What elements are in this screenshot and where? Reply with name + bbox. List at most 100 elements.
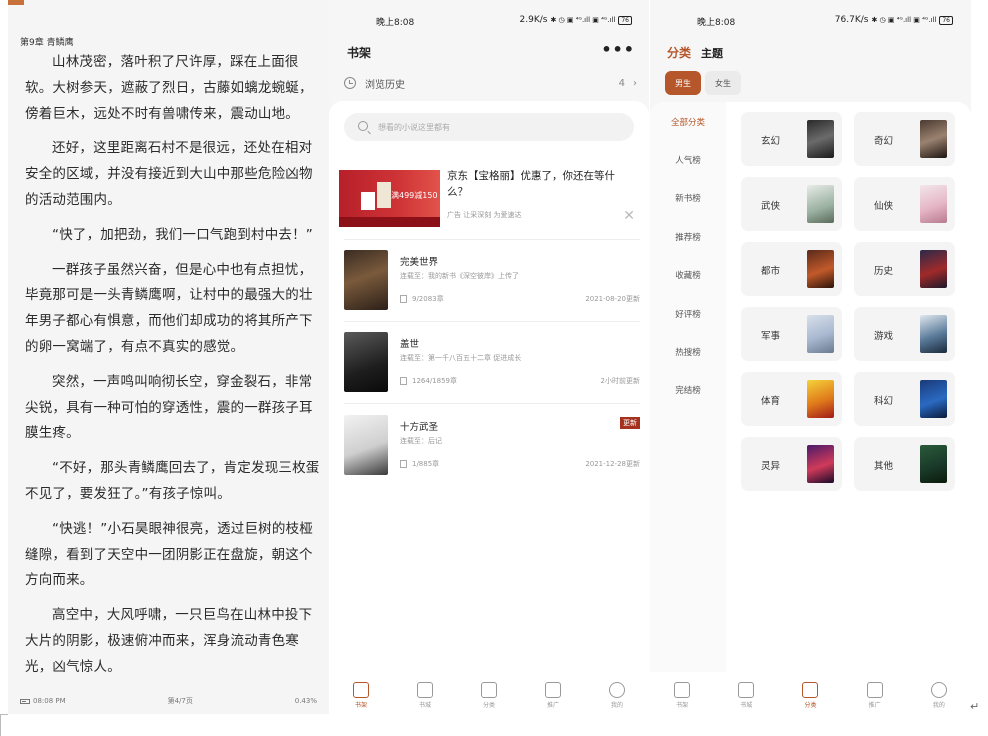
paragraph: “快逃！”小石昊眼神很亮，透过巨树的枝桠缝隙，看到了天空中一团阴影正在盘旋，朝这… bbox=[25, 520, 313, 589]
sidebar-item-popular[interactable]: 人气榜 bbox=[650, 154, 726, 166]
tab-category[interactable]: 分类 bbox=[469, 682, 509, 709]
tab-label: 分类 bbox=[482, 702, 495, 709]
product-box bbox=[361, 192, 375, 210]
paragraph: 高空中，大风呼啸，一只巨鸟在山林中投下大片的阴影，极速俯冲而来，浑身流动青色寒光… bbox=[25, 607, 313, 675]
book-icon bbox=[400, 377, 407, 385]
genre-tile[interactable]: 体育 bbox=[741, 372, 842, 426]
page-indicator: 第4/7页 bbox=[167, 697, 193, 705]
genre-tile[interactable]: 都市 bbox=[741, 242, 842, 296]
paragraph: “不好，那头青鳞鹰回去了，肯定发现三枚蛋不见了，要发狂了。”有孩子惊叫。 bbox=[25, 460, 320, 502]
read-percent: 0.43% bbox=[294, 697, 317, 705]
tab-mine[interactable]: 我的 bbox=[919, 682, 959, 709]
list-item[interactable]: 完美世界 连载至：我的新书《深空彼岸》上传了 9/2083章 2021-08-2… bbox=[344, 250, 640, 322]
genre-tile[interactable]: 历史 bbox=[854, 242, 955, 296]
tab-label: 推广 bbox=[546, 702, 559, 709]
book-update: 连载至：我的新书《深空彼岸》上传了 bbox=[400, 272, 519, 280]
genre-label: 灵异 bbox=[761, 461, 781, 472]
divider bbox=[344, 321, 640, 322]
network-speed: 76.7K/s bbox=[834, 15, 869, 25]
reader-time: 08:08 PM bbox=[33, 697, 66, 705]
genre-label: 仙侠 bbox=[874, 201, 894, 212]
tab-mine[interactable]: 我的 bbox=[597, 682, 637, 709]
sidebar-item-all[interactable]: 全部分类 bbox=[650, 116, 726, 128]
chapter-title: 第9章 青鳞鹰 bbox=[20, 38, 74, 48]
reader-panel[interactable]: 第9章 青鳞鹰 山林茂密，落叶积了尺许厚，踩在上面很软。大树参天，遮蔽了烈日，古… bbox=[8, 0, 329, 714]
paragraph: 山林茂密，落叶积了尺许厚，踩在上面很软。大树参天，遮蔽了烈日，古藤如螭龙蜿蜒，傍… bbox=[25, 54, 313, 122]
progress-text: 1264/1859章 bbox=[412, 377, 457, 385]
category-panel: 晚上8:08 76.7K/s ✱ ◷ ▣ ⁴ᴳ.ıll ▣ ⁴ᴳ.ıll 76 … bbox=[650, 0, 971, 714]
bookshelf-icon bbox=[674, 682, 691, 698]
male-filter-button[interactable]: 男生 bbox=[665, 71, 701, 95]
clock-icon bbox=[344, 77, 356, 89]
user-icon bbox=[609, 682, 625, 698]
tab-label: 分类 bbox=[804, 702, 817, 709]
ad-text: 京东【宝格丽】优惠了，你还在等什么？ bbox=[447, 170, 615, 198]
more-icon[interactable]: ••• bbox=[601, 40, 635, 59]
tab-promote[interactable]: 推广 bbox=[533, 682, 573, 709]
search-icon bbox=[358, 121, 368, 131]
send-icon bbox=[545, 682, 561, 698]
category-header-tabs: 分类 主题 bbox=[667, 44, 723, 61]
tab-bookstore[interactable]: 书城 bbox=[405, 682, 445, 709]
user-icon bbox=[930, 682, 947, 698]
battery-icon: 76 bbox=[939, 15, 953, 25]
search-input[interactable]: 想看的小说这里都有 bbox=[344, 113, 634, 141]
tab-bookshelf[interactable]: 书架 bbox=[662, 682, 702, 709]
genre-label: 游戏 bbox=[874, 331, 894, 342]
female-filter-button[interactable]: 女生 bbox=[705, 71, 741, 95]
genre-tile[interactable]: 灵异 bbox=[741, 437, 842, 491]
sidebar-item-hot-search[interactable]: 热搜榜 bbox=[650, 346, 726, 358]
close-icon[interactable]: ✕ bbox=[623, 208, 635, 224]
tab-label: 书架 bbox=[354, 702, 367, 709]
browse-history-row[interactable]: 浏览历史 4 › bbox=[344, 75, 637, 91]
tab-bookshelf[interactable]: 书架 bbox=[341, 682, 381, 709]
genre-cover bbox=[807, 250, 834, 288]
sidebar-item-new[interactable]: 新书榜 bbox=[650, 192, 726, 204]
genre-label: 都市 bbox=[761, 266, 781, 277]
genre-label: 军事 bbox=[761, 331, 781, 342]
tab-category[interactable]: 分类 bbox=[790, 682, 830, 709]
genre-tile[interactable]: 仙侠 bbox=[854, 177, 955, 231]
genre-tile[interactable]: 游戏 bbox=[854, 307, 955, 361]
genre-label: 历史 bbox=[874, 266, 894, 277]
genre-tile[interactable]: 武侠 bbox=[741, 177, 842, 231]
reader-text: 山林茂密，落叶积了尺许厚，踩在上面很软。大树参天，遮蔽了烈日，古藤如螭龙蜿蜒，傍… bbox=[25, 50, 325, 690]
sidebar-item-recommend[interactable]: 推荐榜 bbox=[650, 231, 726, 243]
ad-promo: 满499减150 bbox=[391, 191, 438, 200]
tab-theme[interactable]: 主题 bbox=[701, 45, 723, 61]
book-name: 盖世 bbox=[400, 339, 420, 350]
list-item[interactable]: 盖世 连载至：第一千八百五十二章 促进成长 1264/1859章 2小时前更新 bbox=[344, 332, 640, 404]
sidebar-item-rated[interactable]: 好评榜 bbox=[650, 308, 726, 320]
history-label: 浏览历史 bbox=[365, 79, 405, 91]
tab-bookstore[interactable]: 书城 bbox=[726, 682, 766, 709]
book-name: 完美世界 bbox=[400, 257, 439, 268]
book-name: 十方武圣 bbox=[400, 422, 439, 433]
genre-label: 科幻 bbox=[874, 396, 894, 407]
tab-category-active[interactable]: 分类 bbox=[667, 44, 691, 61]
reader-footer: 08:08 PM 第4/7页 0.43% bbox=[20, 696, 317, 706]
ad-banner[interactable]: 满499减150 京东【宝格丽】优惠了，你还在等什么？ 广告 让采深刻 为爱速达… bbox=[339, 168, 639, 230]
page-title: 书架 bbox=[347, 46, 372, 60]
tab-label: 书城 bbox=[740, 702, 753, 709]
product-box bbox=[377, 182, 391, 208]
tab-promote[interactable]: 推广 bbox=[855, 682, 895, 709]
sidebar-item-favorites[interactable]: 收藏榜 bbox=[650, 269, 726, 281]
update-badge: 更新 bbox=[620, 417, 640, 429]
signal-icons: ✱ ◷ ▣ ⁴ᴳ.ıll ▣ ⁴ᴳ.ıll bbox=[871, 16, 937, 24]
battery-icon bbox=[20, 698, 30, 704]
book-date: 2021-12-28更新 bbox=[585, 460, 640, 468]
list-item[interactable]: 十方武圣 更新 连载至：后记 1/885章 2021-12-28更新 bbox=[344, 415, 640, 487]
genre-tile[interactable]: 奇幻 bbox=[854, 112, 955, 166]
genre-cover bbox=[920, 120, 947, 158]
sidebar-item-completed[interactable]: 完结榜 bbox=[650, 384, 726, 396]
bottom-tab-bar: 书架 书城 分类 推广 我的 bbox=[329, 676, 649, 714]
genre-tile[interactable]: 玄幻 bbox=[741, 112, 842, 166]
genre-label: 玄幻 bbox=[761, 136, 781, 147]
genre-tile[interactable]: 其他 bbox=[854, 437, 955, 491]
send-icon bbox=[866, 682, 883, 698]
genre-tile[interactable]: 科幻 bbox=[854, 372, 955, 426]
reader-clock: 08:08 PM bbox=[20, 697, 66, 705]
status-icons: 2.9K/s ✱ ◷ ▣ ⁴ᴳ.ıll ▣ ⁴ᴳ.ıll 76 bbox=[520, 15, 632, 25]
genre-cover bbox=[807, 185, 834, 223]
genre-tile[interactable]: 军事 bbox=[741, 307, 842, 361]
